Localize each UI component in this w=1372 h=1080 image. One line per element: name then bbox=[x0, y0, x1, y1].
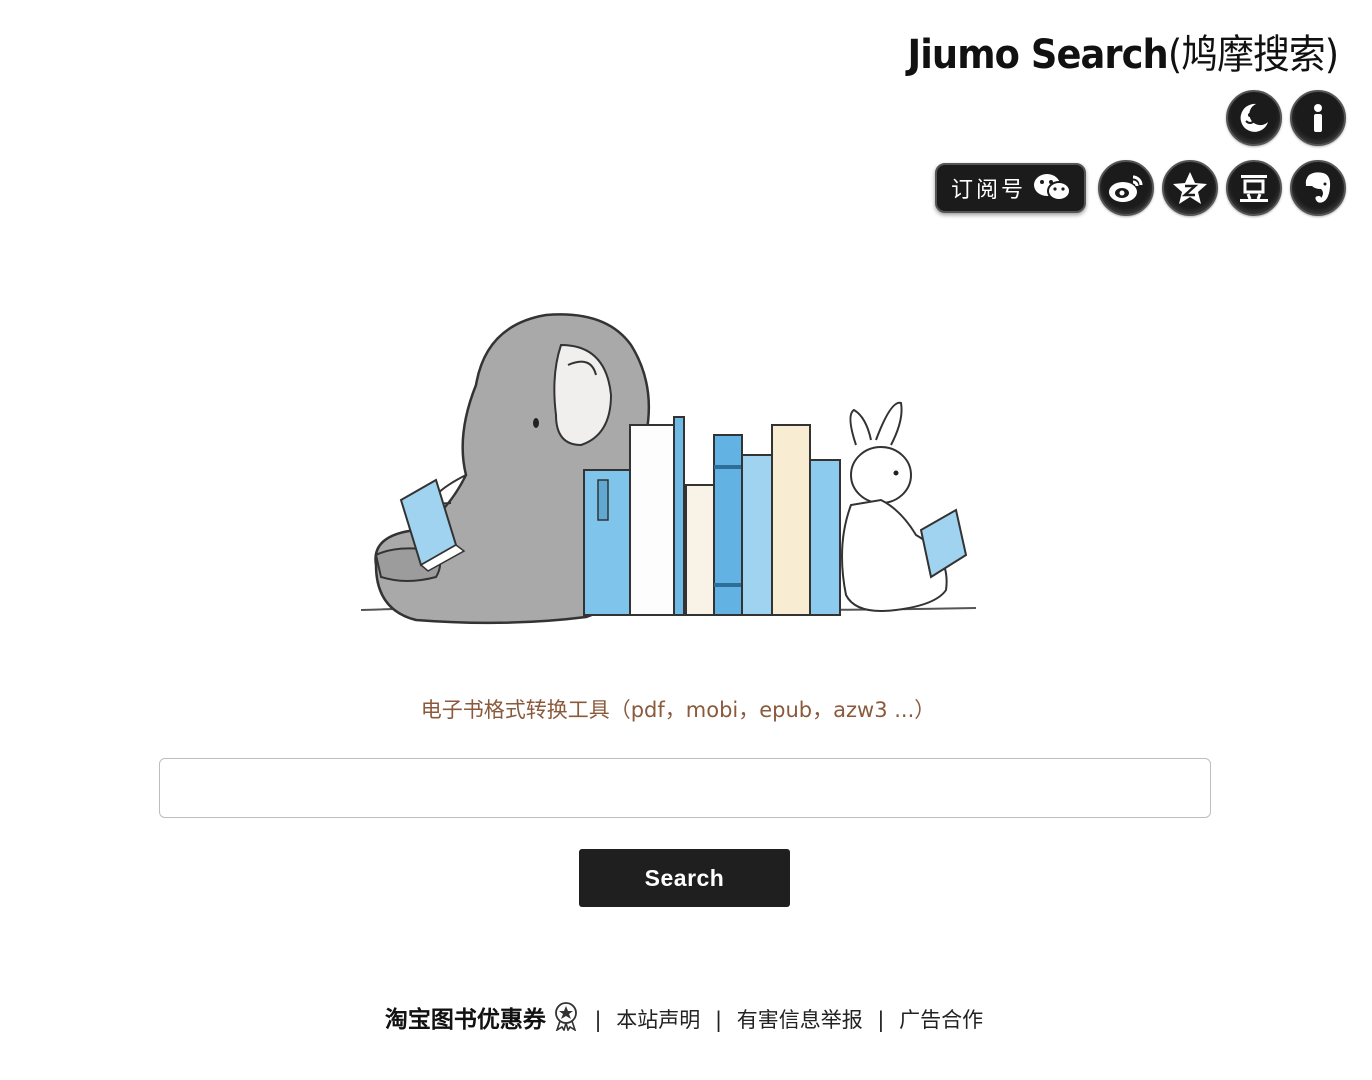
evernote-icon bbox=[1305, 172, 1331, 203]
social-icons: 订阅号 bbox=[934, 160, 1346, 216]
wechat-icon bbox=[1034, 174, 1071, 201]
footer: 淘宝图书优惠券 | 本站声明 | 有害信息举报 | 广告合作 bbox=[0, 1000, 1368, 1036]
weibo-button[interactable] bbox=[1098, 160, 1154, 216]
site-statement-link[interactable]: 本站声明 bbox=[616, 1008, 700, 1032]
utility-icons bbox=[1226, 90, 1346, 146]
search-button[interactable]: Search bbox=[579, 849, 790, 907]
douban-button[interactable] bbox=[1226, 160, 1282, 216]
info-icon bbox=[1314, 104, 1322, 132]
format-converter-link[interactable]: 电子书格式转换工具（pdf，mobi，epub，azw3 ...） bbox=[0, 694, 1356, 724]
weibo-icon bbox=[1109, 175, 1143, 202]
evernote-button[interactable] bbox=[1290, 160, 1346, 216]
info-button[interactable] bbox=[1290, 90, 1346, 146]
logo-text: Jiumo Search bbox=[907, 32, 1168, 78]
subscribe-label: 订阅号 bbox=[950, 178, 1026, 203]
qzone-button[interactable] bbox=[1162, 160, 1218, 216]
site-logo[interactable]: Jiumo Search(鸠摩搜索) bbox=[907, 22, 1339, 80]
taobao-coupon-link[interactable]: 淘宝图书优惠券 bbox=[385, 1007, 546, 1033]
footer-separator: | bbox=[594, 1008, 602, 1032]
qzone-icon bbox=[1173, 172, 1207, 204]
wechat-subscribe-button[interactable]: 订阅号 bbox=[934, 163, 1086, 213]
search-input[interactable] bbox=[159, 758, 1211, 818]
logo-cn-text: (鸠摩搜索) bbox=[1167, 32, 1339, 78]
reading-animals-illustration bbox=[360, 313, 977, 625]
night-mode-button[interactable] bbox=[1226, 90, 1282, 146]
night-mode-icon bbox=[1240, 103, 1268, 132]
footer-separator: | bbox=[714, 1008, 723, 1032]
report-harmful-info-link[interactable]: 有害信息举报 bbox=[737, 1008, 863, 1032]
ad-cooperation-link[interactable]: 广告合作 bbox=[899, 1008, 983, 1032]
douban-icon bbox=[1240, 175, 1268, 202]
page: Jiumo Search(鸠摩搜索) 订阅号 电子书格式转换工具（pdf，mob… bbox=[0, 0, 1372, 1080]
footer-separator: | bbox=[877, 1008, 885, 1032]
coupon-badge-icon bbox=[552, 1001, 580, 1036]
